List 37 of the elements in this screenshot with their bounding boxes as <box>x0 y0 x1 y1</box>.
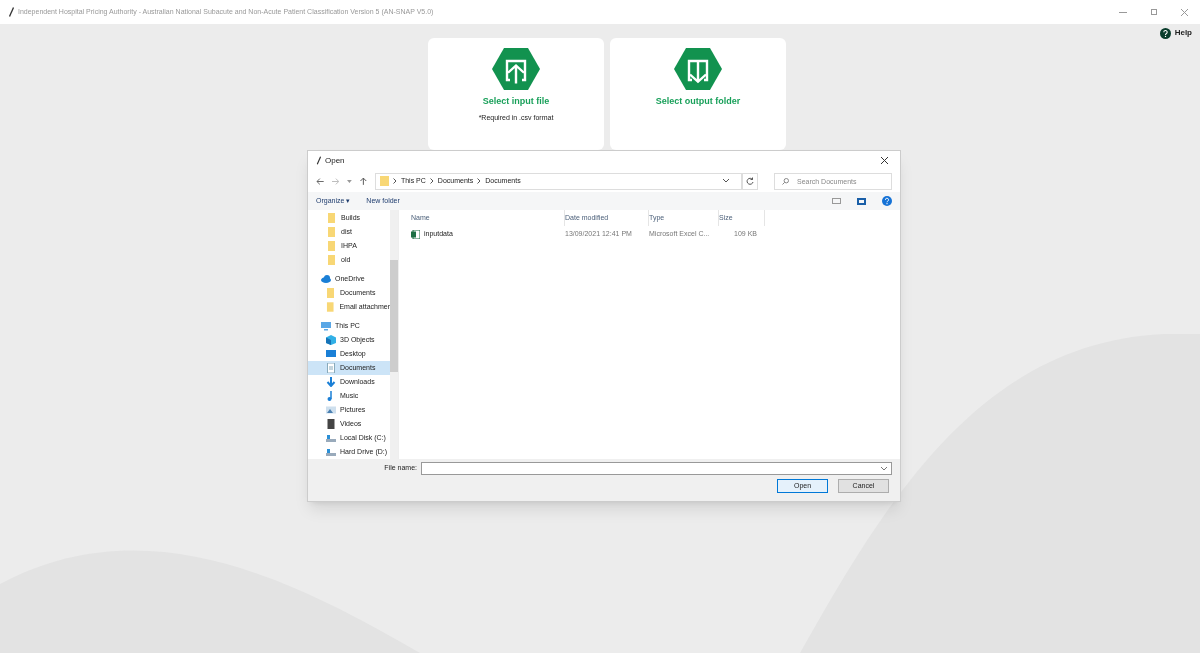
download-icon <box>326 377 336 387</box>
chevron-down-icon[interactable] <box>881 466 887 471</box>
upload-icon <box>492 48 540 90</box>
caret-icon[interactable] <box>347 179 353 183</box>
chevron-right-icon <box>477 178 482 184</box>
document-icon <box>326 363 336 373</box>
up-arrow-icon[interactable] <box>360 177 367 185</box>
card-title: Select input file <box>482 95 550 108</box>
close-icon[interactable] <box>881 157 888 164</box>
minimize-icon[interactable] <box>1119 11 1127 13</box>
cloud-icon <box>321 274 331 284</box>
back-arrow-icon[interactable] <box>316 177 324 185</box>
desktop-icon <box>326 349 336 359</box>
drive-icon <box>326 447 336 457</box>
refresh-icon <box>745 177 754 185</box>
view-icon[interactable] <box>832 198 841 204</box>
chevron-down-icon[interactable] <box>722 179 729 183</box>
help-icon <box>1159 27 1171 39</box>
drive-icon <box>326 433 336 443</box>
file-select-card[interactable]: Select output folder <box>610 38 786 150</box>
help-icon[interactable] <box>882 196 892 206</box>
help-button[interactable]: Help <box>1159 27 1192 39</box>
chevron-right-icon <box>392 178 397 184</box>
restore-icon[interactable] <box>1151 9 1157 15</box>
card-title: Select output folder <box>655 95 741 108</box>
search-icon <box>782 177 789 185</box>
cube-icon <box>326 335 336 345</box>
file-name-field[interactable] <box>421 462 892 475</box>
picture-icon <box>326 405 336 415</box>
chevron-right-icon <box>429 178 434 184</box>
dialog-title: Open <box>325 154 345 167</box>
preview-pane-icon[interactable] <box>857 197 866 205</box>
refresh-button[interactable] <box>741 172 758 190</box>
scrollbar[interactable] <box>390 210 398 459</box>
monitor-icon <box>321 321 331 331</box>
download-icon <box>674 48 722 90</box>
spreadsheet-icon <box>411 229 420 239</box>
